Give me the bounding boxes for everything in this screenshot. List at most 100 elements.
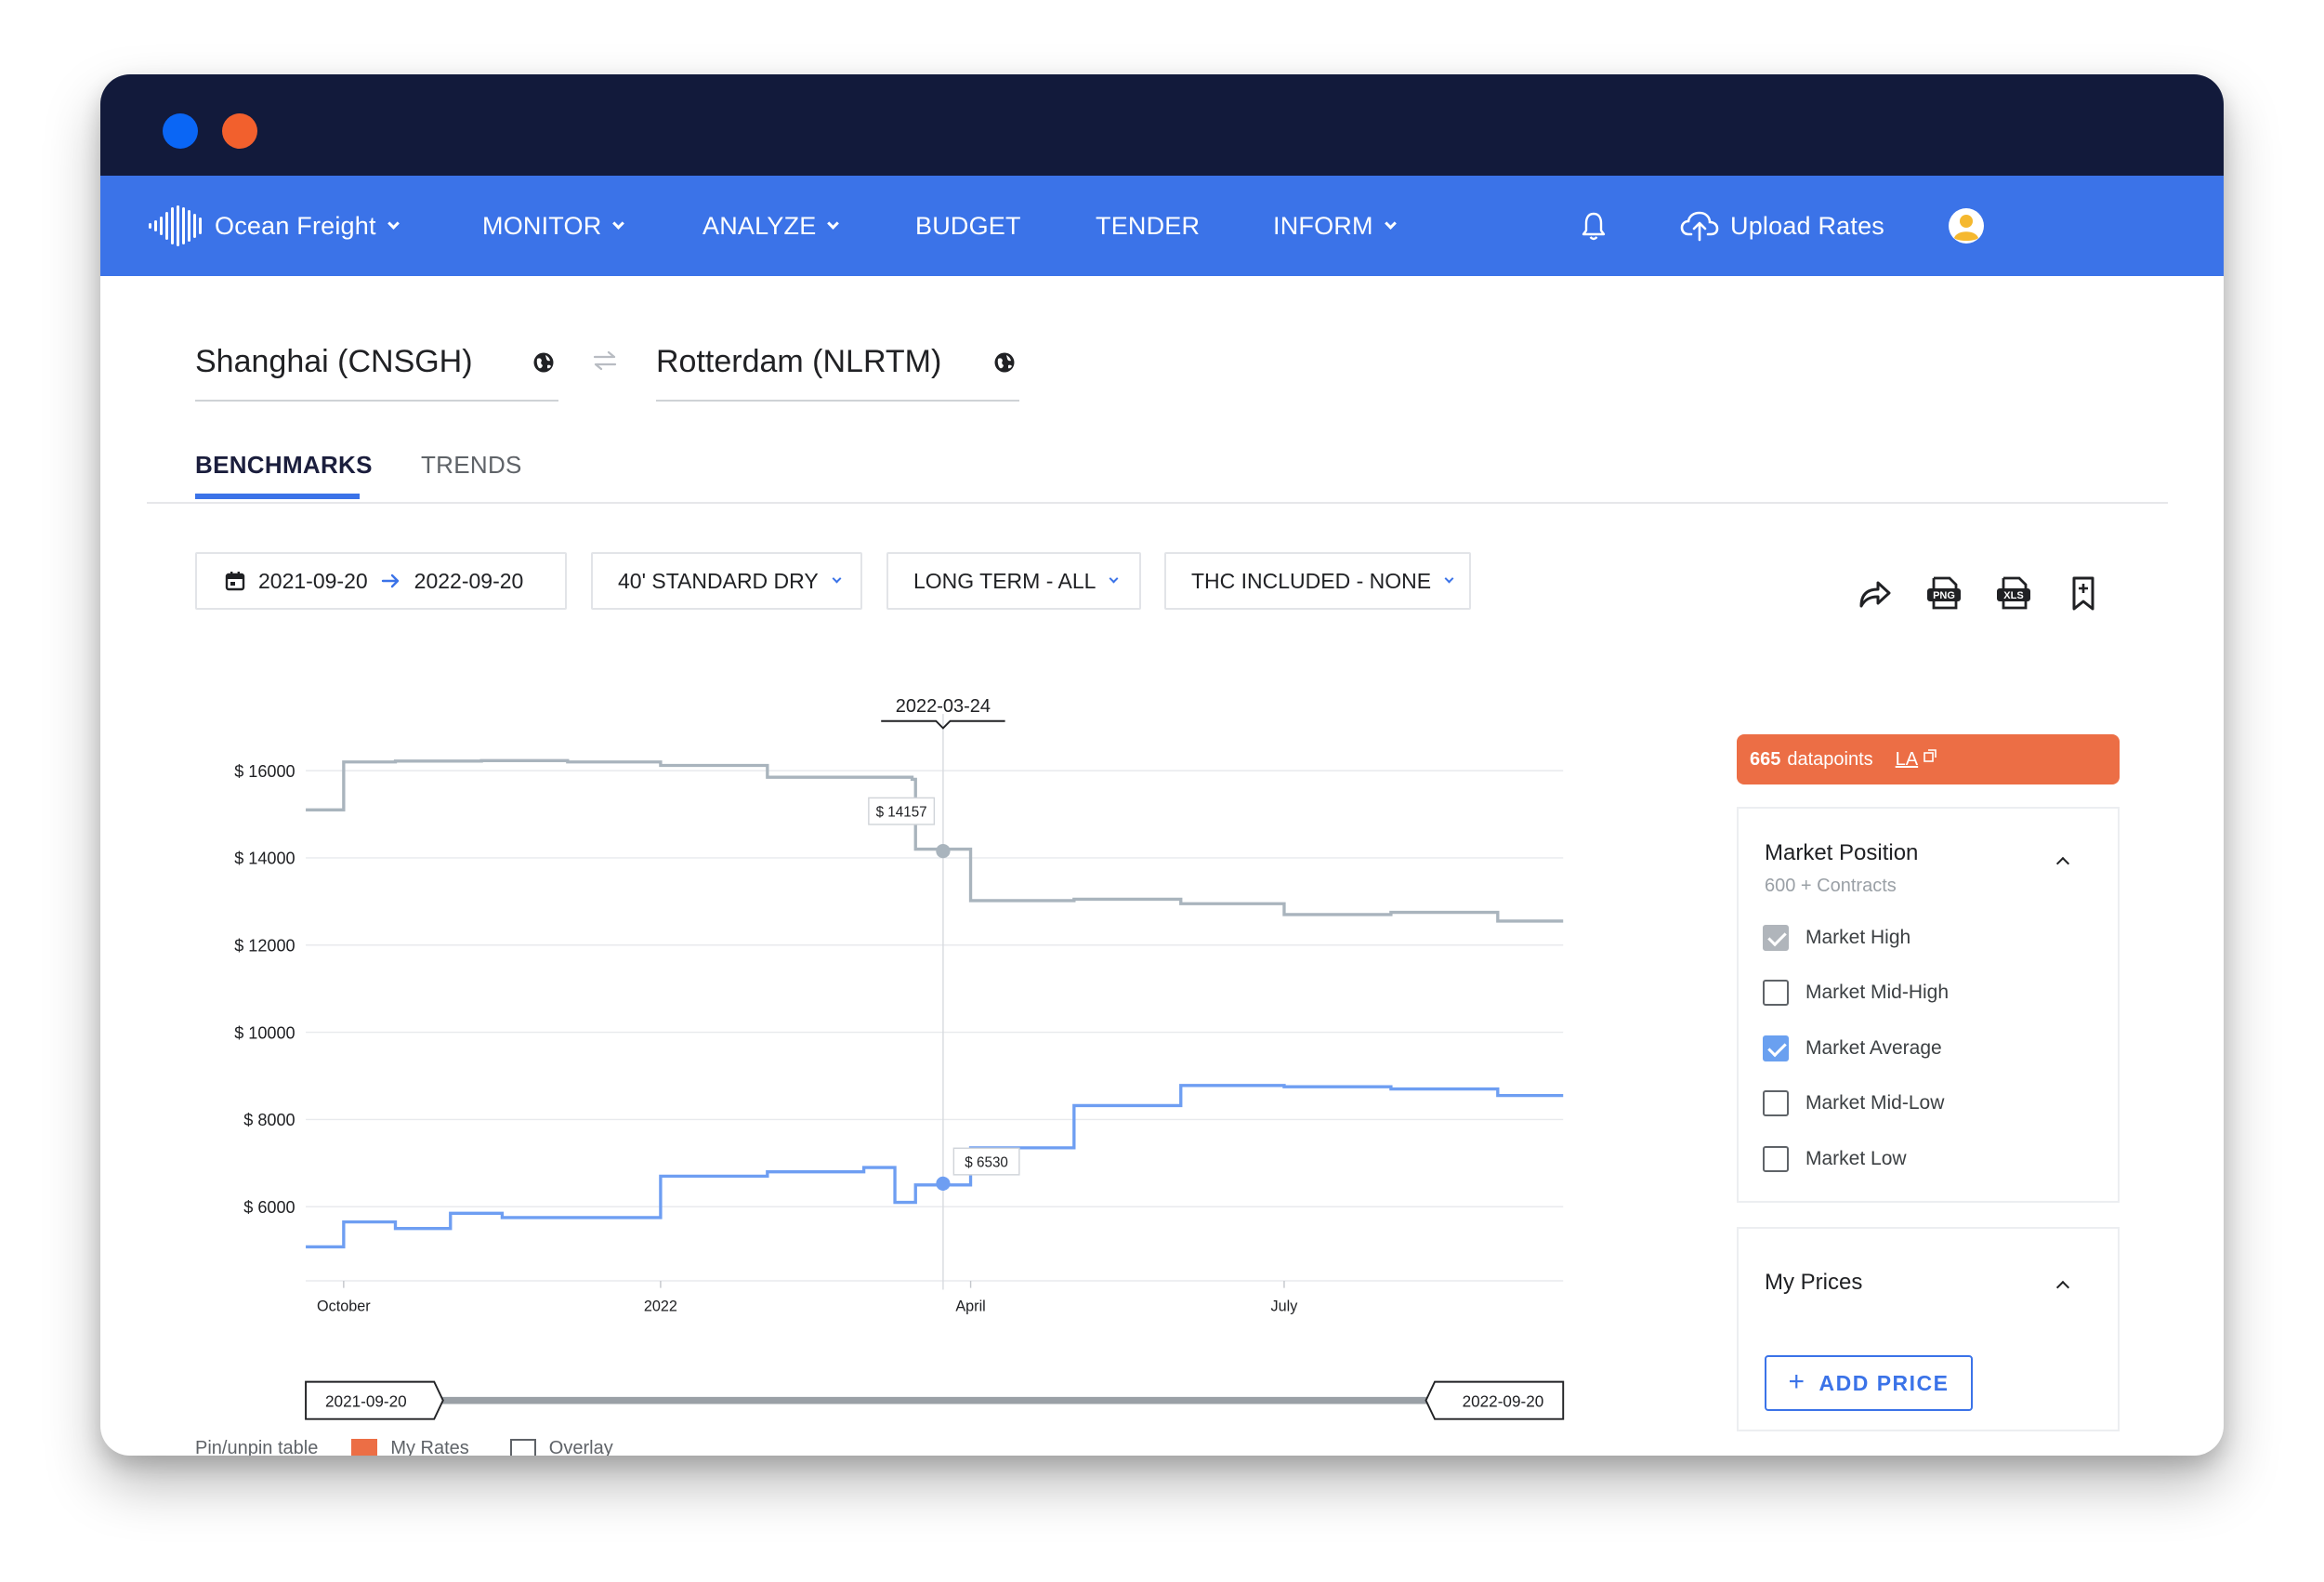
market-position-panel: Market Position 600 + Contracts Market H… [1737,807,2120,1203]
add-price-label: ADD PRICE [1818,1370,1950,1395]
chevron-down-icon [827,217,840,230]
bookmark-icon[interactable] [2065,574,2102,612]
series-line-0 [306,758,1564,923]
y-tick-label: $ 8000 [243,1111,295,1129]
datapoints-count: 665 [1750,748,1781,770]
contract-type-select[interactable]: LONG TERM - ALL [886,552,1141,610]
swap-route-icon[interactable] [591,349,619,372]
active-tab-indicator [195,494,360,499]
chevron-down-icon [1109,573,1119,584]
globe-icon[interactable] [532,351,555,374]
nav-ocean-freight-label: Ocean Freight [215,211,376,240]
option-market-average[interactable]: Market Average [1763,1034,1942,1063]
destination-field[interactable]: Rotterdam (NLRTM) [656,325,1019,402]
chart-grid [306,770,1564,1282]
checkbox[interactable] [1763,925,1789,951]
nav-budget-label: BUDGET [915,211,1021,240]
y-tick-label: $ 6000 [243,1198,295,1217]
waveform-logo-icon [149,205,202,246]
option-label: Market Mid-High [1805,982,1950,1003]
checkbox[interactable] [1763,1146,1789,1172]
option-label: Market High [1805,927,1911,948]
x-axis-ticks: October 2022 April July [317,1281,1298,1314]
my-prices-title: My Prices [1765,1270,1863,1295]
title-bar [100,74,2224,176]
window-control-orange[interactable] [222,113,257,149]
my-prices-panel: My Prices + ADD PRICE [1737,1227,2120,1431]
svg-text:XLS: XLS [2003,590,2023,601]
hover-value-label: $ 14157 [876,804,927,820]
window-control-blue[interactable] [163,113,198,149]
app-window: Ocean Freight MONITOR ANALYZE BUDGET TEN… [100,74,2224,1456]
notifications-button[interactable] [1580,176,1608,276]
contract-type-value: LONG TERM - ALL [913,568,1096,593]
date-range-picker[interactable]: 2021-09-20 2022-09-20 [195,552,567,610]
option-label: Market Mid-Low [1805,1092,1945,1114]
x-tick-label: 2022 [644,1298,677,1314]
bell-icon [1582,212,1606,241]
x-tick-label: July [1271,1298,1299,1314]
add-price-button[interactable]: + ADD PRICE [1765,1355,1973,1411]
datapoints-banner: 665 datapoints LA [1737,734,2120,784]
thc-value: THC INCLUDED - NONE [1191,568,1432,593]
option-market-high[interactable]: Market High [1763,923,1910,953]
calendar-icon [225,572,245,591]
y-axis-ticks: $ 16000 $ 14000 $ 12000 $ 10000 $ 8000 $ 6000 [234,762,295,1217]
y-tick-label: $ 14000 [234,850,295,868]
la-link[interactable]: LA [1896,749,1918,771]
tab-trends[interactable]: TRENDS [421,451,522,480]
user-avatar-button[interactable] [1948,176,1985,276]
range-start-label: 2021-09-20 [325,1391,407,1410]
thc-select[interactable]: THC INCLUDED - NONE [1164,552,1471,610]
chevron-down-icon [832,573,842,584]
hover-date-label: 2022-03-24 [896,696,991,717]
globe-icon[interactable] [993,351,1016,374]
chart-legend-partial: Pin/unpin table My Rates Overlay [195,1438,613,1457]
share-icon[interactable] [1856,574,1893,612]
overlay-swatch[interactable] [509,1439,536,1456]
option-market-mid-low[interactable]: Market Mid-Low [1763,1088,1944,1118]
checkbox[interactable] [1763,1035,1789,1061]
equipment-select[interactable]: 40' STANDARD DRY [591,552,862,610]
nav-analyze[interactable]: ANALYZE [702,176,840,276]
nav-inform-label: INFORM [1273,211,1373,240]
chevron-down-icon [387,217,400,230]
png-export-icon[interactable]: PNG [1925,574,1963,612]
checkbox[interactable] [1763,980,1789,1006]
nav-tender[interactable]: TENDER [1096,176,1200,276]
range-end-label: 2022-09-20 [1463,1391,1544,1410]
tab-benchmarks[interactable]: BENCHMARKS [195,451,373,480]
upload-rates-label: Upload Rates [1730,211,1884,240]
equipment-value: 40' STANDARD DRY [618,568,819,593]
origin-value: Shanghai (CNSGH) [195,344,473,379]
nav-tender-label: TENDER [1096,211,1201,240]
svg-text:PNG: PNG [1933,590,1955,601]
x-tick-label: April [955,1298,985,1314]
range-slider[interactable]: 2021-09-20 2022-09-20 [305,1380,1565,1420]
chevron-down-icon [1444,573,1454,584]
chart-series [306,758,1564,1249]
market-position-subtitle: 600 + Contracts [1765,876,1897,896]
external-link-icon[interactable] [1924,749,1937,762]
cloud-upload-icon [1680,211,1719,242]
benchmark-chart[interactable]: $ 16000 $ 14000 $ 12000 $ 10000 $ 8000 $ 6000… [100,679,1680,1431]
my-rates-swatch[interactable] [351,1439,378,1456]
checkbox[interactable] [1763,1090,1789,1116]
origin-field[interactable]: Shanghai (CNSGH) [195,325,558,402]
collapse-chevron-icon[interactable] [2055,856,2070,871]
nav-budget[interactable]: BUDGET [915,176,1021,276]
date-from: 2021-09-20 [258,568,368,593]
nav-inform[interactable]: INFORM [1273,176,1397,276]
y-tick-label: $ 12000 [234,936,295,955]
market-position-title: Market Position [1765,840,1919,865]
chevron-down-icon [612,217,625,230]
avatar-icon [1949,208,1984,244]
option-market-mid-high[interactable]: Market Mid-High [1763,978,1949,1008]
upload-rates-button[interactable]: Upload Rates [1680,176,1884,276]
nav-ocean-freight[interactable]: Ocean Freight [149,176,400,276]
option-market-low[interactable]: Market Low [1763,1144,1907,1174]
pin-table-label[interactable]: Pin/unpin table [195,1438,318,1457]
nav-monitor[interactable]: MONITOR [482,176,625,276]
xls-export-icon[interactable]: XLS [1995,574,2032,612]
collapse-chevron-icon[interactable] [2055,1280,2070,1295]
